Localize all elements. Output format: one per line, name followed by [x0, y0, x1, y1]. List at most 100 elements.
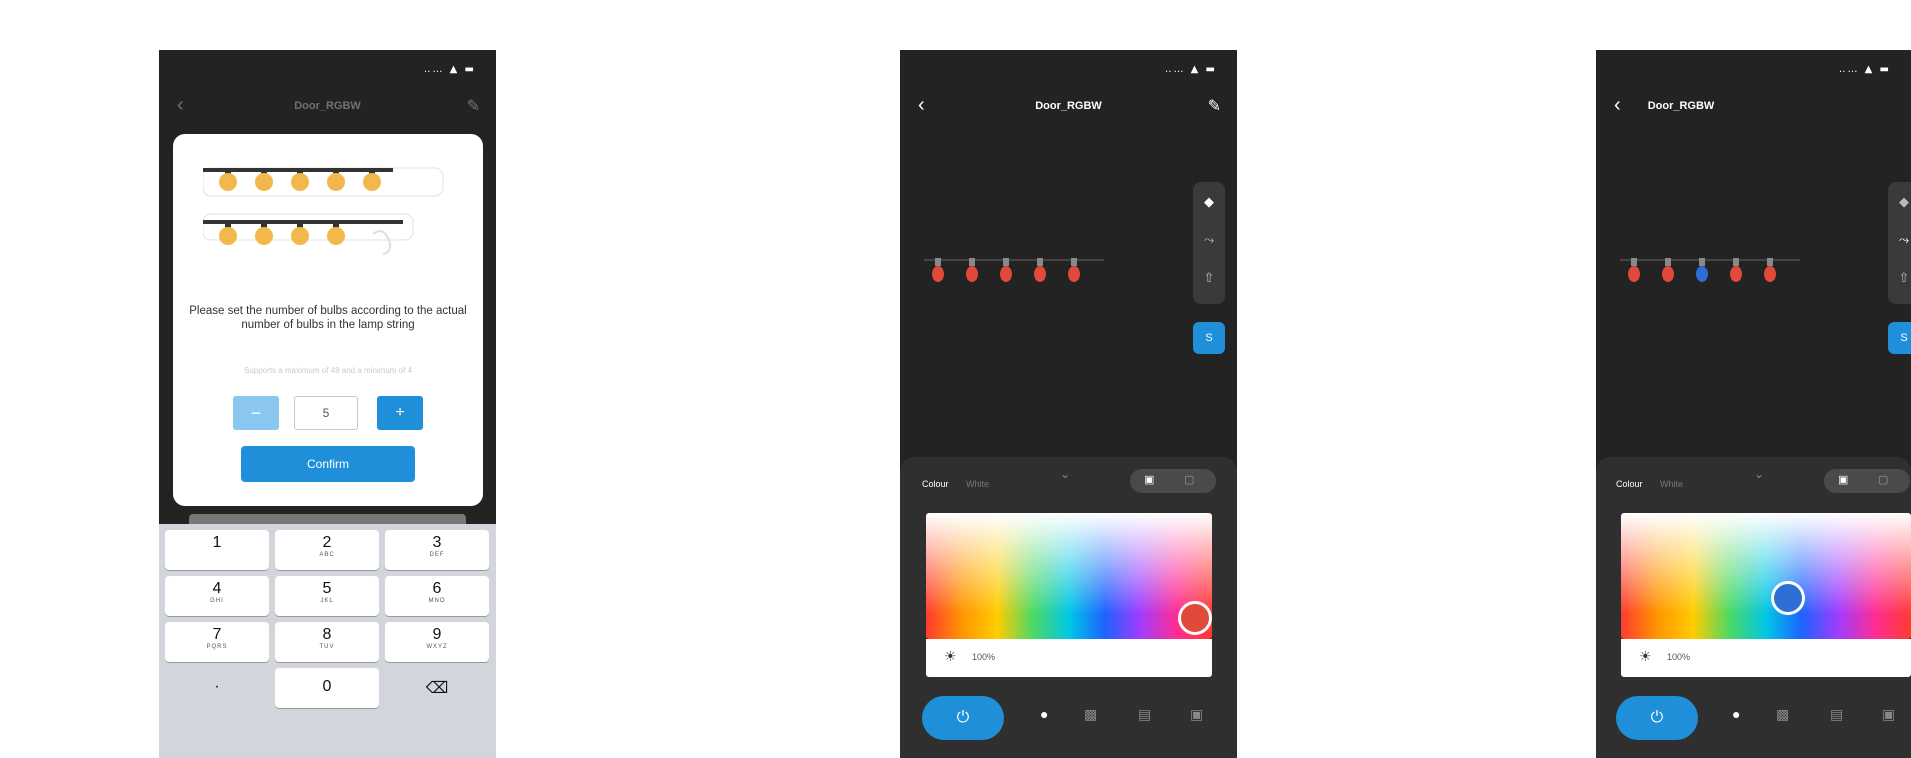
keyboard-bar	[189, 514, 466, 524]
bulb[interactable]	[932, 266, 944, 282]
bulb[interactable]	[1696, 266, 1708, 282]
multi-mode-icon[interactable]: ▢	[1878, 473, 1888, 486]
bulb[interactable]	[1628, 266, 1640, 282]
string-lights-illustration	[203, 167, 444, 255]
bulb-icon[interactable]: ●	[1040, 706, 1048, 722]
bulb-count-hint: Supports a maximum of 48 and a minimum o…	[243, 366, 413, 375]
device-title: Door_RGBW	[1647, 100, 1715, 112]
scene-icon[interactable]: ▩	[1776, 706, 1789, 723]
bulb[interactable]	[1764, 266, 1776, 282]
brightness-bar[interactable]: ☀ 100%	[1621, 639, 1911, 677]
segment-button[interactable]: S	[1888, 322, 1911, 354]
tool-column: ◆ ⤳ ⇧	[1888, 182, 1911, 304]
key-0[interactable]: 0	[275, 668, 379, 708]
status-bar: ‥… ▲ ▬	[423, 64, 476, 75]
bulb[interactable]	[1000, 266, 1012, 282]
key-3[interactable]: 3 DEF	[385, 530, 489, 570]
bulb-icon[interactable]: ●	[1732, 706, 1740, 722]
device-title: Door_RGBW	[294, 100, 361, 112]
segment-button[interactable]: S	[1193, 322, 1225, 354]
confirm-button[interactable]: Confirm	[241, 446, 415, 482]
chevron-down-icon[interactable]: ⌄	[1060, 467, 1070, 481]
brightness-value: 100%	[972, 652, 996, 662]
schedule-icon[interactable]: ▣	[1882, 706, 1895, 723]
key-4[interactable]: 4 GHI	[165, 576, 269, 616]
key-7[interactable]: 7 PQRS	[165, 622, 269, 662]
status-bar: ‥… ▲ ▬	[1838, 64, 1891, 75]
bulb-cap	[1037, 258, 1043, 266]
key-9[interactable]: 9 WXYZ	[385, 622, 489, 662]
upload-icon[interactable]: ⇧	[1193, 270, 1225, 286]
bottom-nav: ⏻ ● ▩ ▤ ▣	[900, 678, 1237, 758]
power-button[interactable]: ⏻	[1616, 696, 1698, 740]
power-button[interactable]: ⏻	[922, 696, 1004, 740]
edit-icon[interactable]: ✎	[1208, 96, 1221, 116]
paint-bucket-icon[interactable]: ◆	[1193, 194, 1225, 210]
multi-mode-icon[interactable]: ▢	[1184, 473, 1194, 486]
tab-colour[interactable]: Colour	[1616, 479, 1643, 489]
music-icon[interactable]: ▤	[1138, 706, 1151, 723]
key-8[interactable]: 8 TUV	[275, 622, 379, 662]
decrement-button[interactable]: −	[233, 396, 279, 430]
key-5[interactable]: 5 JKL	[275, 576, 379, 616]
numeric-keypad: 1 2 ABC 3 DEF 4 GHI 5 JKL 6 MNO 7 PQRS 8 TUV 9W…	[159, 524, 496, 758]
colour-handle[interactable]	[1771, 581, 1805, 615]
bulb-count-field[interactable]: 5	[294, 396, 358, 430]
mode-toggle[interactable]: ▣ ▢	[1130, 469, 1216, 493]
key-dot[interactable]: ·	[165, 668, 269, 708]
backspace-icon[interactable]: ⌫	[385, 668, 489, 708]
schedule-icon[interactable]: ▣	[1190, 706, 1203, 723]
tab-colour[interactable]: Colour	[922, 479, 949, 489]
bottom-nav: ⏻ ● ▩ ▤ ▣	[1596, 678, 1911, 758]
bulb[interactable]	[1034, 266, 1046, 282]
single-mode-icon[interactable]: ▣	[1144, 473, 1154, 486]
music-icon[interactable]: ▤	[1830, 706, 1843, 723]
bulb-count-dialog: Please set the number of bulbs according…	[173, 134, 483, 506]
key-2[interactable]: 2 ABC	[275, 530, 379, 570]
tool-column: ◆ ⤳ ⇧	[1193, 182, 1225, 304]
colour-handle[interactable]	[1178, 601, 1212, 635]
upload-icon[interactable]: ⇧	[1888, 270, 1911, 286]
key-1[interactable]: 1	[165, 530, 269, 570]
bulb-cap	[1003, 258, 1009, 266]
phone-screen-colour-red: ‥… ▲ ▬ ‹ Door_RGBW ✎ ◆ ⤳ ⇧ S Colour Whit…	[900, 50, 1237, 758]
key-6[interactable]: 6 MNO	[385, 576, 489, 616]
bulb[interactable]	[966, 266, 978, 282]
sun-icon: ☀	[1639, 648, 1652, 664]
bulb-cap	[935, 258, 941, 266]
phone-screen-colour-blue: ‥… ▲ ▬ ‹ Door_RGBW ◆ ⤳ ⇧ S Colour White …	[1596, 50, 1911, 758]
bulb-count-stepper: − 5 +	[233, 396, 423, 430]
status-bar: ‥… ▲ ▬	[1164, 64, 1217, 75]
tab-white[interactable]: White	[1660, 479, 1683, 489]
bulb[interactable]	[1730, 266, 1742, 282]
gradient-icon[interactable]: ⤳	[1888, 232, 1911, 248]
mode-toggle[interactable]: ▣ ▢	[1824, 469, 1910, 493]
phone-screen-bulb-count: ‥… ▲ ▬ ‹ Door_RGBW ✎ Please set the numb…	[159, 50, 496, 758]
bulb[interactable]	[1662, 266, 1674, 282]
sun-icon: ☀	[944, 648, 957, 664]
scene-icon[interactable]: ▩	[1084, 706, 1097, 723]
chevron-down-icon[interactable]: ⌄	[1754, 467, 1764, 481]
increment-button[interactable]: +	[377, 396, 423, 430]
brightness-bar[interactable]: ☀ 100%	[926, 639, 1212, 677]
light-string-preview	[1620, 258, 1800, 282]
colour-picker[interactable]	[926, 513, 1212, 639]
edit-icon[interactable]: ✎	[467, 96, 480, 116]
nav-bar: ‹ Door_RGBW	[1596, 92, 1911, 122]
tab-white[interactable]: White	[966, 479, 989, 489]
bulb-cap	[1767, 258, 1773, 266]
bulb-cap	[1733, 258, 1739, 266]
bulb-cap	[1665, 258, 1671, 266]
nav-bar: ‹ Door_RGBW ✎	[900, 92, 1237, 122]
nav-bar: ‹ Door_RGBW ✎	[159, 92, 496, 122]
device-title: Door_RGBW	[1035, 100, 1102, 112]
paint-bucket-icon[interactable]: ◆	[1888, 194, 1911, 210]
bulb[interactable]	[1068, 266, 1080, 282]
brightness-value: 100%	[1667, 652, 1691, 662]
gradient-icon[interactable]: ⤳	[1193, 232, 1225, 248]
bulb-cap	[1631, 258, 1637, 266]
bulb-cap	[1071, 258, 1077, 266]
colour-picker[interactable]	[1621, 513, 1911, 639]
single-mode-icon[interactable]: ▣	[1838, 473, 1848, 486]
bulb-cap	[969, 258, 975, 266]
